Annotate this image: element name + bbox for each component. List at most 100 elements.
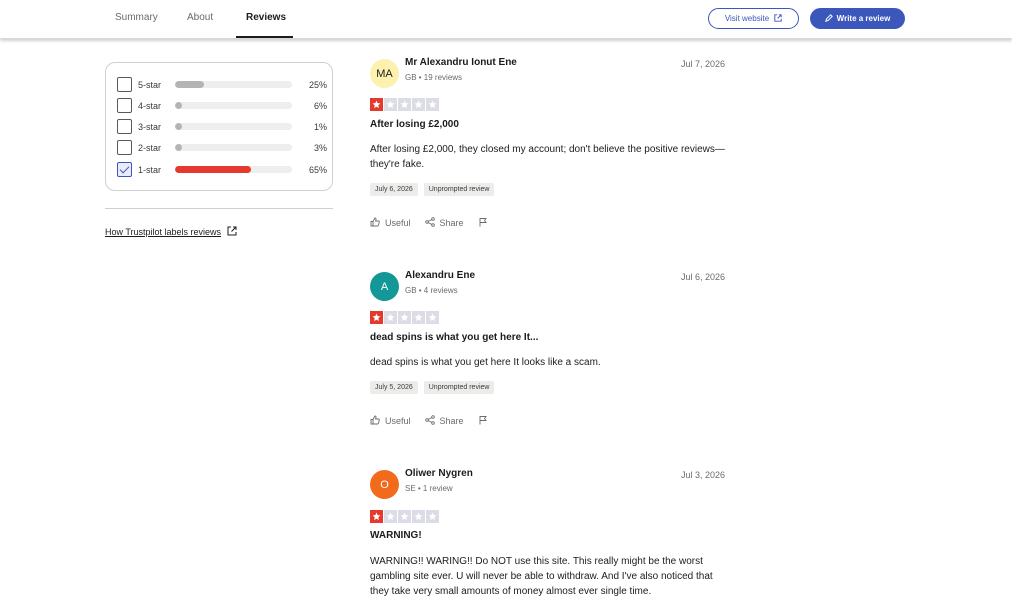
thumbs-up-icon — [370, 415, 380, 427]
filter-checkbox-1-star[interactable] — [117, 162, 132, 177]
filter-bar-track — [175, 81, 292, 88]
filter-row-5-star[interactable]: 5-star 25% — [117, 77, 327, 93]
tab-summary[interactable]: Summary — [115, 12, 158, 23]
filter-label: 4-star — [138, 101, 162, 111]
share-icon — [424, 217, 435, 229]
star-empty-icon — [398, 510, 411, 523]
filter-row-2-star[interactable]: 2-star 3% — [117, 140, 327, 156]
review-actions: Useful Share — [370, 415, 488, 427]
flag-icon — [478, 415, 488, 427]
reviewer-meta: GB • 4 reviews — [405, 286, 458, 295]
experience-date-badge: July 5, 2026 — [370, 381, 418, 394]
star-filter-panel: 5-star 25% 4-star 6% 3-star 1% 2-star 3%… — [105, 62, 333, 191]
filter-label: 5-star — [138, 80, 162, 90]
star-filled-icon — [370, 98, 383, 111]
how-trustpilot-labels-link[interactable]: How Trustpilot labels reviews — [105, 226, 237, 238]
filter-bar-fill — [175, 166, 252, 173]
review-actions: Useful Share — [370, 217, 488, 229]
star-filled-icon — [370, 311, 383, 324]
reviewer-name[interactable]: Oliwer Nygren — [405, 468, 473, 479]
filter-checkbox-5-star[interactable] — [117, 77, 132, 92]
filter-bar-track — [175, 123, 292, 130]
filter-percent: 1% — [313, 122, 327, 132]
filter-label: 1-star — [138, 165, 162, 175]
unprompted-review-badge[interactable]: Unprompted review — [423, 381, 495, 394]
active-tab-indicator — [236, 36, 293, 38]
useful-label: Useful — [385, 416, 411, 426]
star-rating — [370, 510, 439, 523]
filter-percent: 6% — [313, 101, 327, 111]
star-empty-icon — [384, 98, 397, 111]
review-title[interactable]: WARNING! — [370, 530, 422, 541]
share-button[interactable]: Share — [424, 217, 464, 229]
filter-checkbox-3-star[interactable] — [117, 119, 132, 134]
filter-bar-fill — [175, 144, 183, 151]
star-empty-icon — [398, 311, 411, 324]
filter-percent: 65% — [308, 165, 327, 175]
star-empty-icon — [384, 311, 397, 324]
filter-bar-fill — [175, 123, 183, 130]
share-label: Share — [439, 218, 464, 228]
share-label: Share — [439, 416, 464, 426]
write-review-button[interactable]: Write a review — [810, 8, 905, 29]
star-empty-icon — [412, 510, 425, 523]
star-empty-icon — [384, 510, 397, 523]
star-rating — [370, 311, 439, 324]
sidebar-divider — [105, 208, 333, 209]
star-rating — [370, 98, 439, 111]
filter-row-3-star[interactable]: 3-star 1% — [117, 119, 327, 135]
filter-checkbox-2-star[interactable] — [117, 140, 132, 155]
unprompted-review-badge[interactable]: Unprompted review — [423, 183, 495, 196]
filter-label: 3-star — [138, 122, 162, 132]
thumbs-up-icon — [370, 217, 380, 229]
star-empty-icon — [426, 98, 439, 111]
review-title[interactable]: dead spins is what you get here It... — [370, 332, 538, 343]
top-navigation: Summary About Reviews Visit website Writ… — [0, 0, 1012, 39]
filter-bar-track — [175, 166, 292, 173]
reviewer-meta: GB • 19 reviews — [405, 73, 463, 82]
review-body: WARNING!! WARING!! Do NOT use this site.… — [370, 556, 713, 597]
filter-label: 2-star — [138, 143, 162, 153]
share-icon — [424, 415, 435, 427]
report-button[interactable] — [478, 217, 488, 229]
review-tags: July 6, 2026 Unprompted review — [370, 183, 495, 196]
filter-bar-fill — [175, 102, 183, 109]
star-filled-icon — [370, 510, 383, 523]
star-empty-icon — [412, 98, 425, 111]
filter-bar-track — [175, 144, 292, 151]
tab-reviews[interactable]: Reviews — [246, 12, 286, 23]
filter-bar-fill — [175, 81, 205, 88]
how-link-label: How Trustpilot labels reviews — [105, 227, 222, 237]
review-body: dead spins is what you get here It looks… — [370, 357, 601, 368]
star-empty-icon — [426, 510, 439, 523]
external-link-icon — [774, 13, 782, 24]
review-title[interactable]: After losing £2,000 — [370, 119, 459, 130]
star-empty-icon — [426, 311, 439, 324]
filter-checkbox-4-star[interactable] — [117, 98, 132, 113]
useful-button[interactable]: Useful — [370, 415, 411, 427]
review-body: After losing £2,000, they closed my acco… — [370, 144, 725, 170]
share-button[interactable]: Share — [424, 415, 464, 427]
review-date: Jul 6, 2026 — [680, 272, 725, 282]
tab-about[interactable]: About — [187, 12, 213, 23]
filter-row-1-star[interactable]: 1-star 65% — [117, 162, 327, 178]
reviewer-name[interactable]: Mr Alexandru Ionut Ene — [405, 57, 517, 68]
pencil-icon — [824, 13, 833, 24]
star-empty-icon — [398, 98, 411, 111]
review-date: Jul 7, 2026 — [680, 59, 725, 69]
avatar[interactable]: A — [370, 272, 399, 301]
flag-icon — [478, 217, 488, 229]
useful-button[interactable]: Useful — [370, 217, 411, 229]
visit-website-button[interactable]: Visit website — [708, 8, 799, 29]
avatar[interactable]: O — [370, 470, 399, 499]
reviewer-name[interactable]: Alexandru Ene — [405, 270, 475, 281]
filter-bar-track — [175, 102, 292, 109]
filter-row-4-star[interactable]: 4-star 6% — [117, 98, 327, 114]
avatar[interactable]: MA — [370, 59, 399, 88]
filter-percent: 25% — [308, 80, 327, 90]
review-date: Jul 3, 2026 — [680, 470, 725, 480]
report-button[interactable] — [478, 415, 488, 427]
visit-website-label: Visit website — [724, 14, 770, 23]
useful-label: Useful — [385, 218, 411, 228]
experience-date-badge: July 6, 2026 — [370, 183, 418, 196]
